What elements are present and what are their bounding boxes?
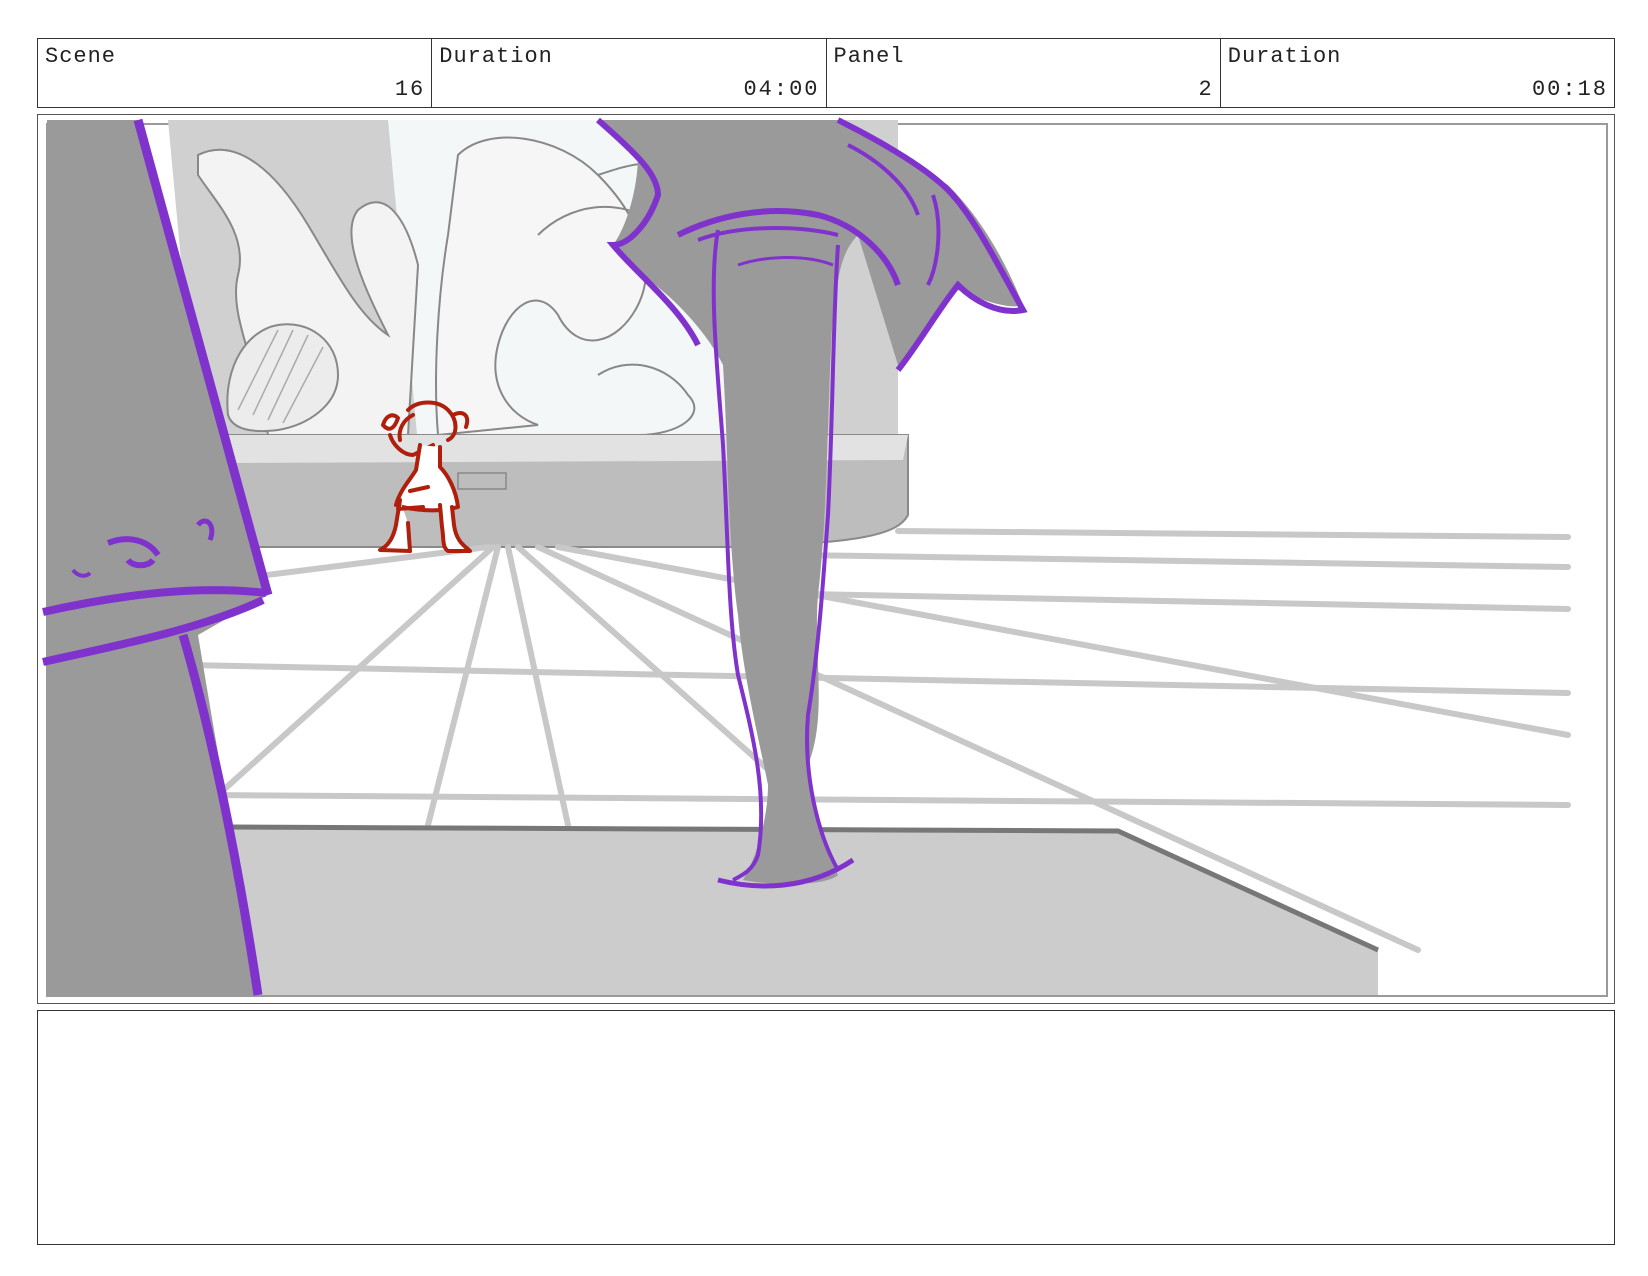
scene-duration-label: Duration [439, 44, 553, 69]
scene-cell: Scene 16 [38, 39, 433, 107]
storyboard-header: Scene 16 Duration 04:00 Panel 2 Duration… [37, 38, 1615, 108]
scene-label: Scene [45, 44, 117, 69]
panel-cell: Panel 2 [827, 39, 1221, 107]
scene-duration-cell: Duration 04:00 [432, 39, 827, 107]
panel-duration-value: 00:18 [1531, 77, 1608, 102]
panel-number: 2 [1198, 77, 1214, 102]
panel-duration-label: Duration [1227, 44, 1342, 69]
scene-number: 16 [394, 77, 426, 102]
panel-duration-cell: Duration 00:18 [1221, 39, 1614, 107]
panel-drawing [42, 117, 1608, 997]
storyboard-panel [37, 114, 1615, 1004]
scene-duration-value: 04:00 [743, 77, 820, 102]
panel-label: Panel [833, 44, 905, 69]
panel-notes-area[interactable] [37, 1010, 1615, 1245]
